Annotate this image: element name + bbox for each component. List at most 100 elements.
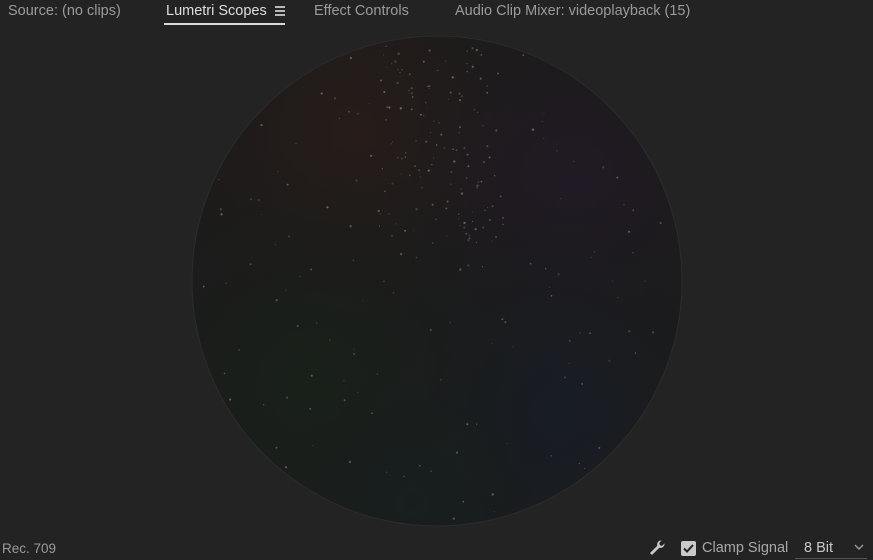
trace-speck: [659, 222, 662, 225]
trace-speck: [471, 65, 474, 68]
color-space-label[interactable]: Rec. 709: [2, 541, 56, 556]
trace-speck: [479, 77, 482, 80]
trace-speck: [437, 69, 439, 72]
trace-speck: [589, 332, 591, 335]
trace-speck: [349, 56, 353, 60]
trace-speck: [238, 348, 240, 351]
tab-source[interactable]: Source: (no clips): [8, 3, 121, 19]
trace-speck: [371, 412, 373, 415]
trace-speck: [275, 446, 278, 449]
trace-speck: [399, 252, 403, 256]
tab-effect-controls[interactable]: Effect Controls: [314, 3, 409, 19]
trace-speck: [628, 330, 631, 333]
trace-speck: [459, 268, 462, 271]
vectorscope-circle: [191, 35, 683, 527]
trace-speck: [430, 131, 432, 134]
trace-speck: [296, 324, 299, 328]
trace-speck: [353, 353, 355, 355]
vectorscope-display: [191, 35, 683, 527]
trace-speck: [383, 190, 386, 193]
trace-speck: [651, 331, 655, 334]
trace-speck: [435, 218, 438, 221]
trace-speck: [460, 187, 462, 190]
trace-speck: [446, 235, 448, 237]
tab-audio-clip-mixer[interactable]: Audio Clip Mixer: videoplayback (15): [455, 3, 690, 19]
trace-speck: [415, 256, 418, 259]
trace-speck: [471, 220, 473, 223]
trace-speck: [388, 213, 390, 215]
trace-speck: [584, 467, 586, 469]
trace-speck: [428, 87, 430, 89]
hamburger-menu-icon[interactable]: [275, 6, 285, 16]
trace-speck: [463, 226, 466, 229]
trace-speck: [543, 113, 545, 115]
trace-speck: [395, 223, 397, 225]
trace-speck: [474, 227, 477, 231]
lumetri-scopes-panel: Source: (no clips) Lumetri Scopes Effect…: [0, 0, 873, 560]
trace-speck: [378, 225, 381, 227]
trace-speck: [410, 108, 413, 111]
trace-speck: [408, 174, 411, 177]
trace-speck: [249, 263, 252, 266]
trace-speck: [544, 268, 547, 270]
trace-speck: [411, 95, 414, 98]
trace-speck: [460, 192, 464, 195]
trace-speck: [593, 251, 596, 253]
trace-speck: [466, 423, 469, 426]
bit-depth-dropdown[interactable]: 8 Bit: [795, 538, 867, 559]
trace-speck: [453, 160, 456, 163]
trace-speck: [468, 234, 471, 237]
trace-speck: [476, 186, 479, 189]
trace-speck: [420, 186, 423, 189]
trace-speck: [329, 339, 331, 341]
trace-speck: [475, 241, 478, 244]
trace-speck: [491, 493, 494, 496]
trace-speck: [541, 120, 543, 122]
trace-speck: [502, 217, 504, 219]
trace-speck: [550, 455, 552, 457]
trace-speck: [462, 500, 465, 503]
trace-speck: [223, 372, 226, 375]
trace-speck: [467, 264, 470, 267]
trace-speck: [377, 209, 380, 213]
trace-speck: [459, 224, 461, 227]
trace-speck: [488, 218, 492, 222]
trace-speck: [353, 348, 355, 350]
trace-speck: [482, 125, 484, 127]
trace-speck: [388, 106, 391, 109]
trace-speck: [410, 92, 413, 95]
trace-speck: [202, 285, 205, 288]
trace-speck: [439, 379, 442, 381]
trace-speck: [493, 511, 495, 513]
trace-speck: [598, 446, 601, 449]
trace-speck: [495, 129, 498, 132]
trace-speck: [512, 346, 514, 348]
trace-speck: [573, 160, 575, 163]
chevron-down-icon: [854, 544, 864, 550]
tab-lumetri-scopes[interactable]: Lumetri Scopes: [166, 3, 267, 19]
trace-speck: [568, 363, 570, 365]
trace-speck: [369, 154, 373, 158]
trace-speck: [275, 299, 278, 302]
trace-speck: [385, 119, 387, 121]
trace-speck: [394, 60, 397, 63]
trace-speck: [477, 181, 480, 183]
trace-speck: [502, 223, 504, 226]
trace-speck: [415, 208, 418, 211]
trace-speck: [608, 359, 611, 362]
trace-speck: [495, 235, 498, 238]
trace-speck: [445, 207, 448, 210]
trace-speck: [458, 126, 461, 129]
trace-speck: [491, 342, 493, 345]
trace-speck: [391, 140, 394, 143]
clamp-signal-checkbox[interactable]: [681, 541, 696, 556]
checkmark-icon: [683, 544, 694, 553]
wrench-icon[interactable]: [648, 539, 666, 557]
trace-speck: [467, 239, 470, 242]
trace-speck: [288, 235, 291, 238]
trace-speck: [419, 176, 422, 178]
trace-speck: [497, 72, 499, 75]
trace-speck: [550, 294, 553, 297]
trace-speck: [450, 170, 453, 173]
trace-speck: [401, 68, 403, 71]
